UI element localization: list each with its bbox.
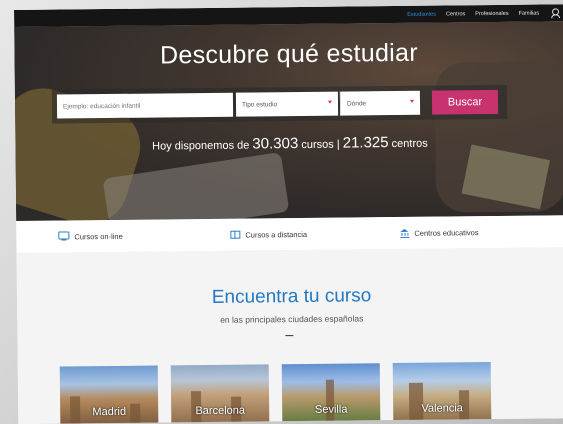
search-bar: Tipo estudio Dónde Buscar <box>51 84 508 124</box>
feature-cursos-distancia[interactable]: Cursos a distancia <box>230 218 307 251</box>
centers-label: centros <box>388 137 428 151</box>
courses-label: cursos | <box>298 138 343 152</box>
city-label: Sevilla <box>314 403 348 416</box>
city-label: Madrid <box>92 405 127 419</box>
monitor-icon <box>58 231 70 240</box>
city-card-madrid[interactable]: Madrid <box>59 365 159 424</box>
top-nav: Estudiantes Centros Profesionales Famili… <box>407 4 559 23</box>
hero-title: Descubre qué estudiar <box>159 38 419 70</box>
tipo-estudio-select[interactable]: Tipo estudio <box>235 91 339 117</box>
donde-select[interactable]: Dónde <box>339 90 421 116</box>
stats-prefix: Hoy disponemos de <box>152 139 253 153</box>
user-icon[interactable] <box>551 8 559 18</box>
feature-centros-educativos[interactable]: Centros educativos <box>400 216 479 249</box>
nav-centros[interactable]: Centros <box>446 11 465 17</box>
donde-label: Dónde <box>346 99 367 108</box>
city-label: Barcelona <box>195 404 246 418</box>
building-icon <box>400 228 410 238</box>
feature-label: Centros educativos <box>414 227 479 238</box>
website-screenshot: Estudiantes Centros Profesionales Famili… <box>14 4 563 424</box>
feature-label: Cursos a distancia <box>245 229 308 240</box>
centers-count: 21.325 <box>342 134 389 152</box>
nav-profesionales[interactable]: Profesionales <box>475 10 508 16</box>
search-button[interactable]: Buscar <box>431 89 499 115</box>
city-card-barcelona[interactable]: Barcelona <box>170 364 270 424</box>
city-card-valencia[interactable]: Valencia <box>392 362 492 424</box>
caret-down-icon <box>327 100 332 104</box>
section-title: Encuentra tu curso <box>211 285 372 308</box>
find-course-section: Encuentra tu curso en las principales ci… <box>16 247 563 424</box>
feature-label: Cursos on-line <box>74 231 123 241</box>
divider <box>285 335 294 337</box>
feature-cursos-online[interactable]: Cursos on-line <box>58 220 123 253</box>
section-subtitle: en las principales ciudades españolas <box>220 313 364 325</box>
courses-count: 30.303 <box>252 135 299 153</box>
city-photo-detail <box>325 379 335 424</box>
caret-down-icon <box>409 99 414 103</box>
nav-estudiantes[interactable]: Estudiantes <box>407 11 436 17</box>
city-label: Valencia <box>421 402 463 415</box>
search-input[interactable] <box>56 92 234 119</box>
city-cards: Madrid Barcelona Sevilla Valencia <box>59 362 492 424</box>
books-icon <box>230 230 241 239</box>
nav-familias[interactable]: Familias <box>519 10 540 16</box>
city-card-sevilla[interactable]: Sevilla <box>281 363 381 424</box>
tipo-estudio-label: Tipo estudio <box>241 100 278 109</box>
hero-banner: Descubre qué estudiar Tipo estudio Dónde… <box>14 21 563 221</box>
